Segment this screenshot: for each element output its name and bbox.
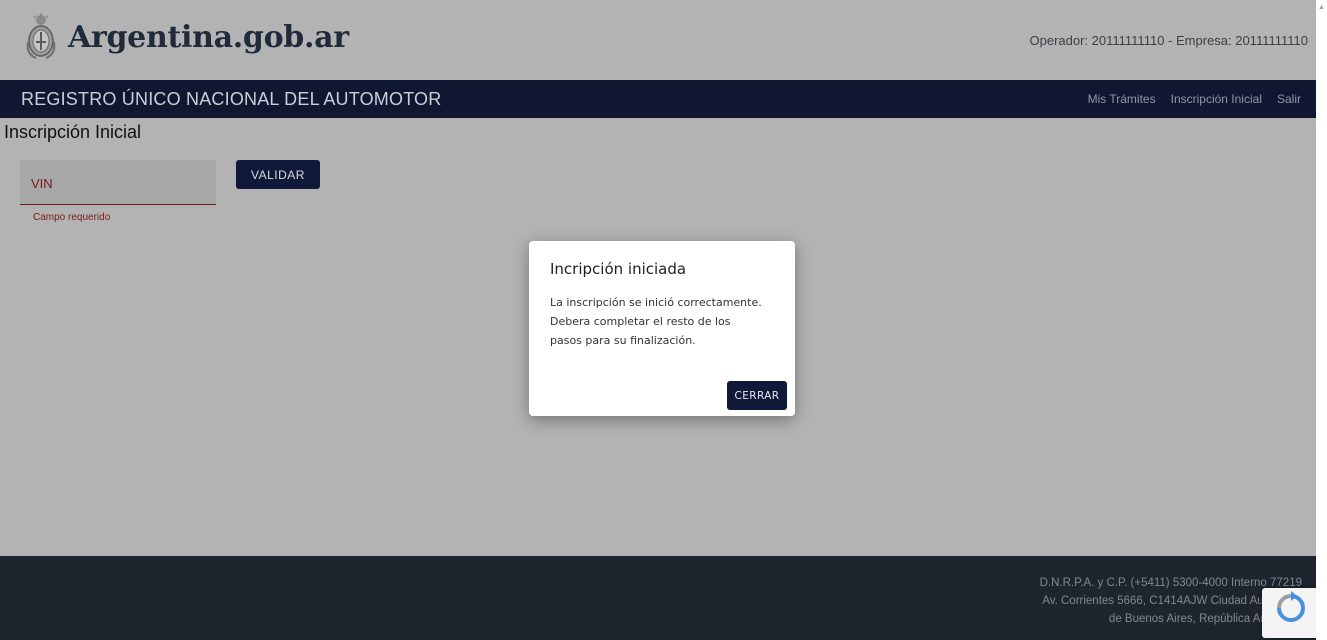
nav-title: REGISTRO ÚNICO NACIONAL DEL AUTOMOTOR bbox=[21, 89, 442, 109]
footer: D.N.R.P.A. y C.P. (+5411) 5300-4000 Inte… bbox=[0, 556, 1316, 640]
vin-label: VIN bbox=[31, 176, 53, 191]
modal-body-line: Debera completar el resto de los bbox=[550, 315, 731, 328]
nav-links: Mis Trámites Inscripción Inicial Salir bbox=[1088, 92, 1316, 106]
argentina-coat-of-arms-icon bbox=[26, 13, 56, 59]
navbar: REGISTRO ÚNICO NACIONAL DEL AUTOMOTOR Mi… bbox=[0, 80, 1316, 118]
logo-text: Argentina.gob.ar bbox=[68, 19, 349, 55]
modal-dialog: Incripción iniciada La inscripción se in… bbox=[529, 241, 795, 416]
nav-link-inscripcion-inicial[interactable]: Inscripción Inicial bbox=[1171, 92, 1262, 106]
validar-button[interactable]: VALIDAR bbox=[236, 160, 320, 189]
recaptcha-badge[interactable] bbox=[1262, 588, 1320, 638]
scrollbar[interactable]: ▲ bbox=[1316, 0, 1327, 640]
modal-body-line: La inscripción se inició correctamente. bbox=[550, 296, 762, 309]
modal-body: La inscripción se inició correctamente. … bbox=[550, 293, 785, 350]
top-header: Argentina.gob.ar Operador: 20111111110 -… bbox=[0, 0, 1316, 80]
nav-link-mis-tramites[interactable]: Mis Trámites bbox=[1088, 92, 1156, 106]
cerrar-button[interactable]: CERRAR bbox=[727, 381, 787, 410]
modal-title: Incripción iniciada bbox=[550, 260, 687, 278]
nav-link-salir[interactable]: Salir bbox=[1277, 92, 1301, 106]
recaptcha-icon bbox=[1277, 591, 1305, 622]
site-logo[interactable]: Argentina.gob.ar bbox=[24, 12, 349, 62]
page-title: Inscripción Inicial bbox=[4, 122, 142, 142]
modal-body-line: pasos para su finalización. bbox=[550, 334, 696, 347]
vin-error-text: Campo requerido bbox=[33, 212, 111, 223]
page: Argentina.gob.ar Operador: 20111111110 -… bbox=[0, 0, 1327, 640]
operator-info: Operador: 20111111110 - Empresa: 2011111… bbox=[1029, 33, 1309, 48]
scroll-up-arrow-icon[interactable]: ▲ bbox=[1318, 4, 1325, 11]
vin-input[interactable]: VIN bbox=[20, 160, 216, 205]
